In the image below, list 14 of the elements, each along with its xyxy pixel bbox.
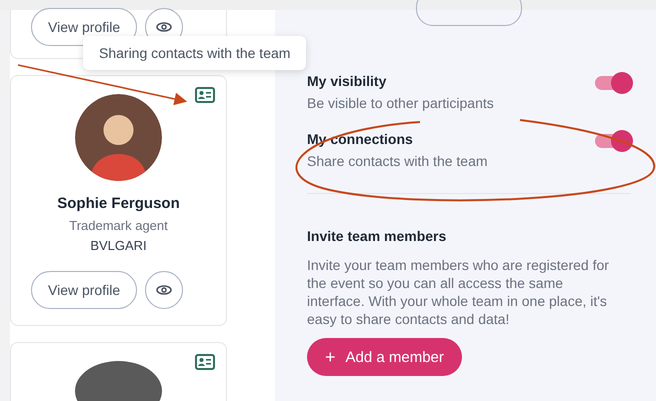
job-title: Trademark agent bbox=[69, 218, 168, 233]
eye-button[interactable] bbox=[145, 271, 184, 309]
tooltip: Sharing contacts with the team bbox=[83, 36, 306, 70]
section-title: Invite team members bbox=[307, 228, 446, 244]
setting-description: Share contacts with the team bbox=[307, 153, 488, 169]
add-member-button[interactable]: + Add a member bbox=[307, 338, 462, 376]
contact-name: Sophie Ferguson bbox=[57, 195, 180, 212]
invite-description: Invite your team members who are registered for the event so you can all access the same interface. With your whole team in one place, it's easy to share contacts and data! bbox=[307, 256, 610, 328]
view-profile-button[interactable]: View profile bbox=[31, 271, 138, 309]
eye-icon bbox=[156, 285, 172, 295]
eye-icon bbox=[156, 22, 172, 32]
setting-title: My visibility bbox=[307, 73, 388, 89]
setting-description: Be visible to other participants bbox=[307, 95, 494, 111]
company-name: BVLGARI bbox=[90, 238, 147, 253]
